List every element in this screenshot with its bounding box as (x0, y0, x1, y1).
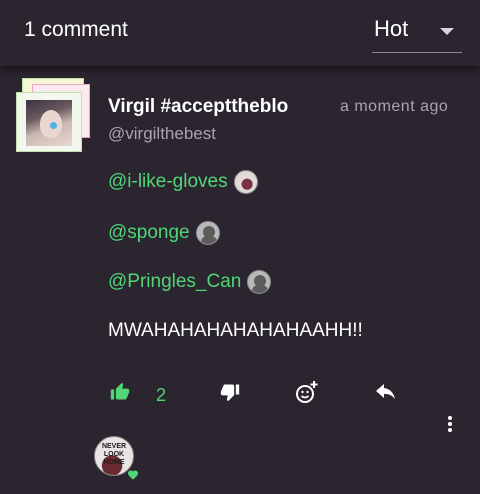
mention-avatar (195, 221, 220, 245)
comment-timestamp: a moment ago (340, 98, 449, 115)
comments-header: 1 comment Hot (0, 0, 480, 66)
commenter-username[interactable]: Virgil #accepttheblo (108, 96, 322, 118)
comment-line: @i-like-gloves (108, 170, 258, 194)
commenter-avatar[interactable] (14, 78, 94, 154)
avatar-photo (26, 100, 72, 146)
avatar-text: NEVER LOOK HOME (101, 443, 127, 466)
dislike-button[interactable] (220, 382, 240, 407)
reply-button[interactable] (374, 384, 398, 409)
add-reaction-button[interactable] (295, 380, 319, 409)
caret-down-icon (440, 28, 454, 35)
mention-link[interactable]: @i-like-gloves (108, 171, 228, 193)
comment-line: MWAHAHAHAHAHAHAAHH!! (108, 320, 363, 342)
thumbs-up-icon (110, 382, 130, 400)
comment-text: MWAHAHAHAHAHAHAAHH!! (108, 320, 363, 341)
add-reaction-icon (296, 381, 318, 403)
like-count: 2 (156, 385, 167, 405)
like-button[interactable] (110, 382, 130, 407)
thumbs-down-icon (220, 384, 240, 402)
sort-dropdown[interactable]: Hot (372, 10, 462, 53)
comment-line: @Pringles_Can (108, 270, 272, 294)
mention-avatar (233, 170, 258, 194)
comment-line: @sponge (108, 221, 220, 245)
heart-icon (128, 470, 138, 480)
reply-icon (376, 384, 395, 399)
comment-count: 1 comment (24, 18, 128, 41)
more-vertical-icon[interactable] (442, 414, 458, 434)
mention-avatar (247, 270, 272, 294)
sort-selected-value: Hot (374, 16, 409, 41)
commenter-handle[interactable]: @virgilthebest (108, 124, 216, 144)
mention-link[interactable]: @sponge (108, 222, 190, 244)
mention-link[interactable]: @Pringles_Can (108, 271, 241, 293)
